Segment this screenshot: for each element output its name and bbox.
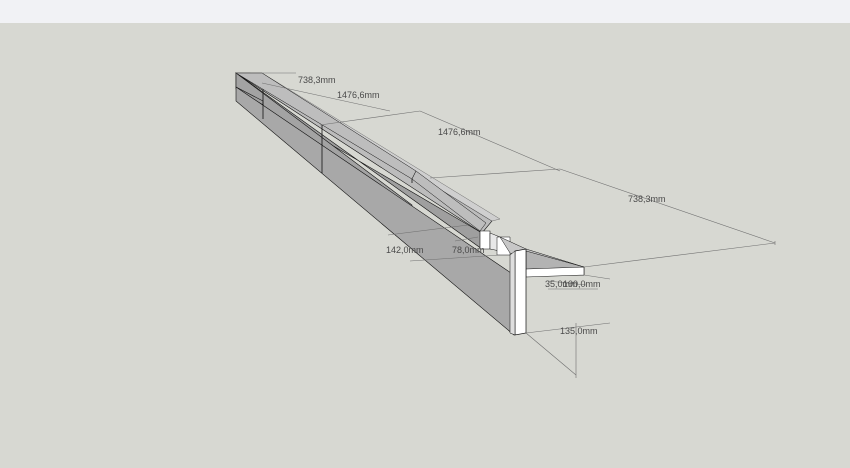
dimension-label: 738,3mm (628, 194, 666, 204)
dimension-label: 100,0mm (563, 279, 601, 289)
dimension-label: 142,0mm (386, 245, 424, 255)
dimension-label: 1476,6mm (438, 127, 481, 137)
head-flange-front (525, 266, 585, 278)
head-post-side (509, 250, 516, 336)
head-post-front (514, 248, 527, 336)
model-drawing: 738,3mm 1476,6mm 1476,6mm 738,3mm 142,0m… (234, 72, 776, 378)
dimension-label: 135,0mm (560, 326, 598, 336)
model-viewport[interactable]: 738,3mm 1476,6mm 1476,6mm 738,3mm 142,0m… (0, 23, 850, 468)
dimension-label: 1476,6mm (337, 90, 380, 100)
dimension-label: 738,3mm (298, 75, 336, 85)
dimension-label: 78,0mm (452, 245, 485, 255)
toolbar-strip (0, 0, 850, 24)
